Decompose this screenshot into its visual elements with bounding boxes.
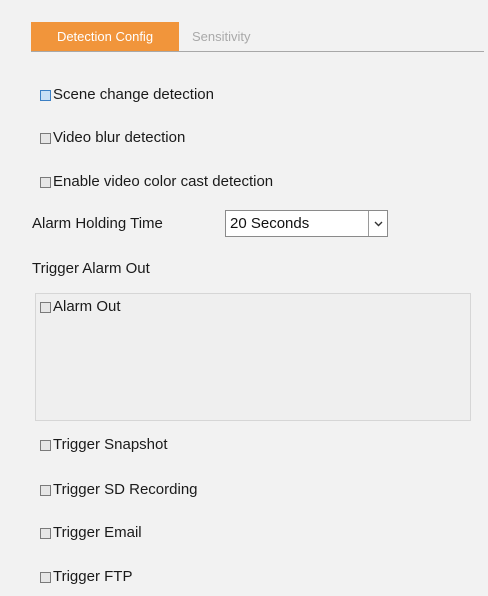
trigger-sd-recording-checkbox[interactable] bbox=[40, 484, 51, 496]
alarm-holding-time-select[interactable]: 20 Seconds bbox=[225, 210, 388, 237]
alarm-out-checkbox[interactable] bbox=[40, 301, 51, 313]
color-cast-label: Enable video color cast detection bbox=[53, 173, 274, 190]
trigger-email-option: Trigger Email bbox=[40, 523, 142, 543]
trigger-ftp-checkbox[interactable] bbox=[40, 571, 51, 583]
tab-bar: Detection Config Sensitivity bbox=[31, 22, 484, 52]
alarm-out-label: Alarm Out bbox=[53, 298, 121, 315]
tab-detection-config[interactable]: Detection Config bbox=[31, 22, 179, 51]
trigger-snapshot-checkbox[interactable] bbox=[40, 439, 51, 451]
video-blur-label: Video blur detection bbox=[53, 129, 186, 146]
trigger-snapshot-option: Trigger Snapshot bbox=[40, 435, 168, 455]
trigger-ftp-label: Trigger FTP bbox=[53, 568, 133, 585]
trigger-ftp-option: Trigger FTP bbox=[40, 567, 132, 587]
chevron-down-icon[interactable] bbox=[368, 211, 387, 236]
trigger-email-label: Trigger Email bbox=[53, 524, 142, 541]
video-blur-checkbox[interactable] bbox=[40, 132, 51, 144]
trigger-alarm-out-heading: Trigger Alarm Out bbox=[32, 260, 150, 277]
color-cast-option: Enable video color cast detection bbox=[40, 172, 273, 192]
scene-change-checkbox[interactable] bbox=[40, 89, 51, 101]
scene-change-option: Scene change detection bbox=[40, 85, 214, 105]
tab-sensitivity[interactable]: Sensitivity bbox=[192, 22, 302, 51]
alarm-holding-time-value: 20 Seconds bbox=[230, 215, 310, 232]
trigger-sd-recording-option: Trigger SD Recording bbox=[40, 480, 198, 500]
trigger-email-checkbox[interactable] bbox=[40, 527, 51, 539]
color-cast-checkbox[interactable] bbox=[40, 176, 51, 188]
trigger-snapshot-label: Trigger Snapshot bbox=[53, 436, 168, 453]
alarm-out-option: Alarm Out bbox=[40, 297, 121, 317]
alarm-holding-time-label: Alarm Holding Time bbox=[32, 215, 163, 232]
scene-change-label: Scene change detection bbox=[53, 86, 214, 103]
trigger-sd-recording-label: Trigger SD Recording bbox=[53, 481, 198, 498]
video-blur-option: Video blur detection bbox=[40, 128, 185, 148]
